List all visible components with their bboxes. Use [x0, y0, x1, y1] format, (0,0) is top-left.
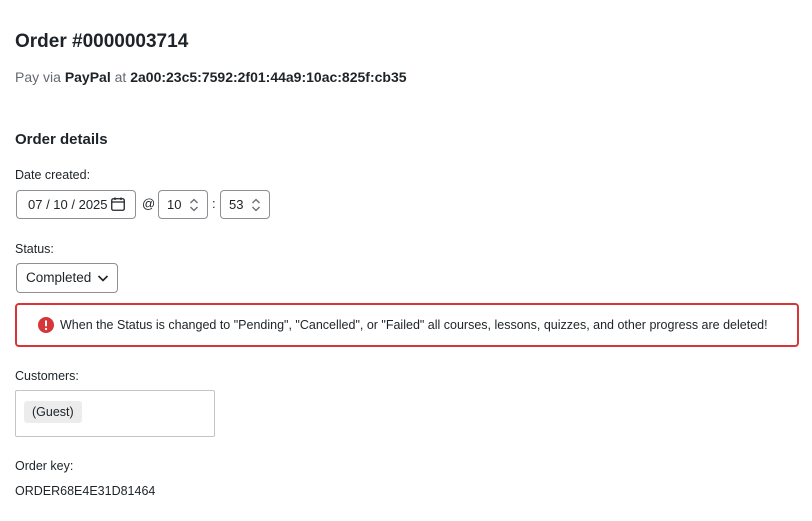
status-select[interactable]: Completed [16, 263, 118, 293]
customers-field[interactable]: (Guest) [15, 390, 215, 437]
customers-label: Customers: [15, 369, 79, 383]
status-warning-text: When the Status is changed to "Pending",… [60, 318, 768, 332]
hour-value: 10 [167, 197, 182, 212]
pay-at-word: at [114, 69, 127, 85]
spinner-arrows-icon[interactable] [251, 197, 261, 213]
hour-input[interactable]: 10 [158, 190, 208, 219]
time-separator: : [212, 196, 216, 211]
date-created-value: 07 / 10 / 2025 [28, 197, 108, 212]
payment-info: Pay via PayPal at 2a00:23c5:7592:2f01:44… [15, 69, 407, 85]
customer-chip[interactable]: (Guest) [24, 401, 82, 423]
spinner-arrows-icon[interactable] [189, 197, 199, 213]
status-selected-value: Completed [26, 270, 92, 285]
order-key-label: Order key: [15, 459, 74, 473]
minute-value: 53 [229, 197, 244, 212]
payment-method: PayPal [64, 69, 111, 85]
order-details-heading: Order details [15, 131, 108, 148]
customer-ip-address: 2a00:23c5:7592:2f01:44a9:10ac:825f:cb35 [130, 69, 407, 85]
order-key-value: ORDER68E4E31D81464 [15, 484, 156, 498]
pay-prefix: Pay via [15, 69, 61, 85]
date-created-label: Date created: [15, 168, 91, 182]
status-warning-notice: When the Status is changed to "Pending",… [15, 303, 799, 347]
status-label: Status: [15, 242, 54, 256]
order-title: Order #0000003714 [15, 31, 189, 52]
chevron-down-icon [97, 275, 109, 282]
at-symbol: @ [142, 196, 156, 211]
date-created-input[interactable]: 07 / 10 / 2025 [16, 190, 136, 219]
calendar-icon[interactable] [111, 197, 125, 211]
error-circle-icon [38, 317, 54, 333]
minute-input[interactable]: 53 [220, 190, 270, 219]
date-created-row: 07 / 10 / 2025 @ 10 : 53 [16, 190, 276, 219]
